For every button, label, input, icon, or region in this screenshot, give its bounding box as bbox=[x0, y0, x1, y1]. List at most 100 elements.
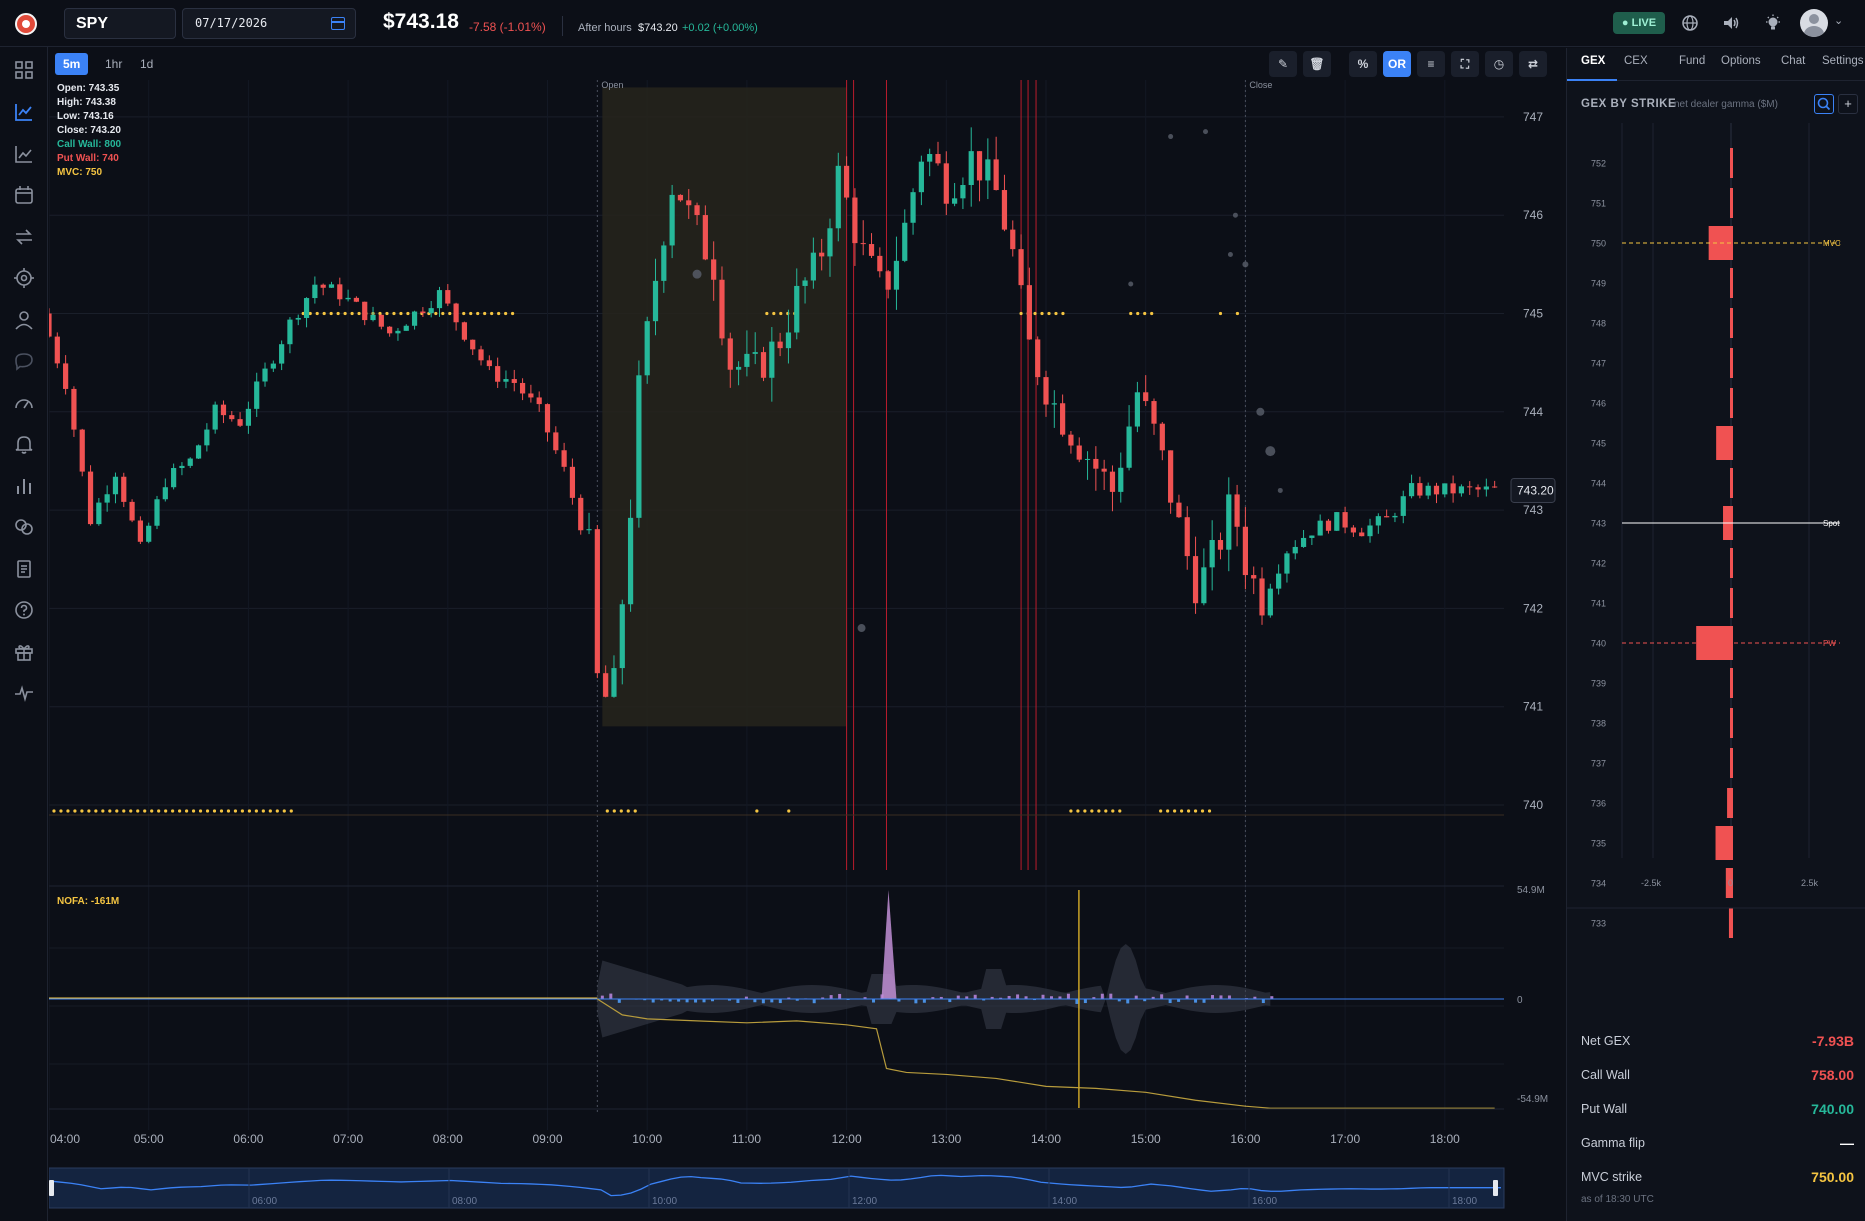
candle-body bbox=[544, 404, 551, 433]
swap-icon[interactable]: ⇄ bbox=[1519, 51, 1547, 77]
candle-body bbox=[935, 154, 941, 164]
candle-body bbox=[603, 673, 609, 697]
level-dot bbox=[633, 809, 637, 813]
candle bbox=[1408, 474, 1415, 499]
candle-body bbox=[79, 429, 85, 472]
candle-body bbox=[893, 260, 900, 290]
candle bbox=[1400, 490, 1406, 524]
candle-body bbox=[1143, 392, 1149, 402]
lightbulb-icon[interactable] bbox=[1764, 14, 1782, 32]
add-icon[interactable]: + bbox=[1838, 94, 1858, 114]
tab-settings[interactable]: Settings bbox=[1822, 55, 1864, 67]
candle-body bbox=[279, 344, 285, 364]
candle bbox=[1043, 370, 1049, 417]
help-icon[interactable] bbox=[12, 598, 36, 622]
nofa-bar bbox=[922, 999, 926, 1003]
candle-body bbox=[519, 382, 526, 394]
bar-chart-icon[interactable] bbox=[12, 474, 36, 498]
gift-icon[interactable] bbox=[12, 640, 36, 664]
candle bbox=[1018, 234, 1024, 289]
swap-icon[interactable] bbox=[12, 225, 36, 249]
minimap-handle-left[interactable] bbox=[49, 1180, 54, 1196]
avatar-icon[interactable] bbox=[1800, 9, 1828, 37]
trend-chart-icon[interactable] bbox=[12, 142, 36, 166]
search-icon[interactable] bbox=[1814, 94, 1834, 114]
chevron-down-icon[interactable]: ⌄ bbox=[1834, 14, 1843, 27]
tab-fund[interactable]: Fund bbox=[1679, 55, 1705, 67]
pencil-icon[interactable]: ✎ bbox=[1269, 51, 1297, 77]
candle-body bbox=[976, 151, 983, 181]
candle bbox=[976, 151, 983, 202]
clock-icon[interactable]: ◷ bbox=[1485, 51, 1513, 77]
calendar-icon[interactable] bbox=[331, 17, 345, 30]
price-chart[interactable]: 740 741 742 743 744 745 746 747 Open Close 743.20 N… bbox=[49, 80, 1566, 1221]
bell-icon[interactable] bbox=[12, 432, 36, 456]
tab-cex[interactable]: CEX bbox=[1624, 55, 1648, 67]
candle-body bbox=[1043, 377, 1049, 405]
gex-bar bbox=[1730, 388, 1733, 418]
level-dot bbox=[1083, 809, 1087, 813]
target-icon[interactable] bbox=[12, 266, 36, 290]
price-axis-label: 744 bbox=[1523, 405, 1543, 419]
candle-body bbox=[204, 429, 210, 446]
minimap-handle-right[interactable] bbox=[1493, 1180, 1498, 1196]
price-axis-label: 743 bbox=[1523, 503, 1543, 517]
candle bbox=[1492, 480, 1498, 488]
candle-body bbox=[1433, 485, 1440, 495]
candle bbox=[1143, 375, 1149, 407]
timeframe-1hr[interactable]: 1hr bbox=[97, 53, 130, 75]
candle bbox=[96, 497, 102, 526]
user-icon[interactable] bbox=[12, 308, 36, 332]
strike-label: 744 bbox=[1591, 479, 1606, 489]
level-dot bbox=[511, 311, 515, 316]
candle-body bbox=[528, 393, 534, 398]
calendar-icon[interactable] bbox=[12, 183, 36, 207]
date-picker[interactable]: 07/17/2026 bbox=[182, 8, 356, 39]
candle-body bbox=[1035, 339, 1041, 378]
percent-button[interactable]: % bbox=[1349, 51, 1377, 77]
pulse-icon[interactable] bbox=[12, 681, 36, 705]
strike-label: 746 bbox=[1591, 399, 1606, 409]
level-dot bbox=[406, 311, 410, 316]
expand-icon[interactable]: ⛶ bbox=[1451, 51, 1479, 77]
trash-icon[interactable]: 🗑 bbox=[1303, 51, 1331, 77]
candle bbox=[569, 458, 576, 505]
line-chart-icon[interactable] bbox=[12, 100, 36, 124]
grid-icon[interactable] bbox=[12, 58, 36, 82]
timeframe-1d[interactable]: 1d bbox=[132, 53, 161, 75]
or-button[interactable]: OR bbox=[1383, 51, 1411, 77]
candle-body bbox=[644, 321, 650, 376]
gex-bar bbox=[1730, 588, 1733, 618]
logo-icon[interactable] bbox=[15, 13, 37, 35]
level-dot bbox=[1218, 311, 1223, 316]
candle bbox=[910, 188, 916, 235]
speaker-icon[interactable] bbox=[1722, 14, 1740, 32]
candle-body bbox=[395, 330, 401, 334]
ticker-input[interactable]: SPY bbox=[64, 8, 176, 39]
strike-label: 741 bbox=[1591, 599, 1606, 609]
gauge-icon[interactable] bbox=[12, 391, 36, 415]
strike-label: 736 bbox=[1591, 799, 1606, 809]
coins-icon[interactable] bbox=[12, 515, 36, 539]
globe-icon[interactable] bbox=[1681, 14, 1699, 32]
candle-body bbox=[337, 284, 343, 300]
live-badge[interactable]: ● LIVE bbox=[1613, 12, 1665, 34]
document-icon[interactable] bbox=[12, 557, 36, 581]
tab-chat[interactable]: Chat bbox=[1781, 55, 1805, 67]
candle bbox=[952, 182, 958, 207]
candle-body bbox=[328, 284, 335, 288]
menu-icon[interactable]: ≡ bbox=[1417, 51, 1445, 77]
level-dot bbox=[108, 809, 112, 813]
chat-icon[interactable] bbox=[12, 349, 36, 373]
time-axis-label: 16:00 bbox=[1230, 1132, 1260, 1146]
strike-label: 747 bbox=[1591, 359, 1606, 369]
candle-body bbox=[1458, 486, 1465, 494]
tab-options[interactable]: Options bbox=[1721, 55, 1761, 67]
candle-body bbox=[112, 476, 119, 495]
candle bbox=[1375, 513, 1381, 534]
candle-body bbox=[611, 668, 617, 697]
candle bbox=[237, 412, 243, 428]
tab-gex[interactable]: GEX bbox=[1581, 55, 1605, 67]
timeframe-5m[interactable]: 5m bbox=[55, 53, 89, 75]
right-panel: GEX CEX Fund Options Chat Settings GEX B… bbox=[1566, 48, 1865, 1221]
